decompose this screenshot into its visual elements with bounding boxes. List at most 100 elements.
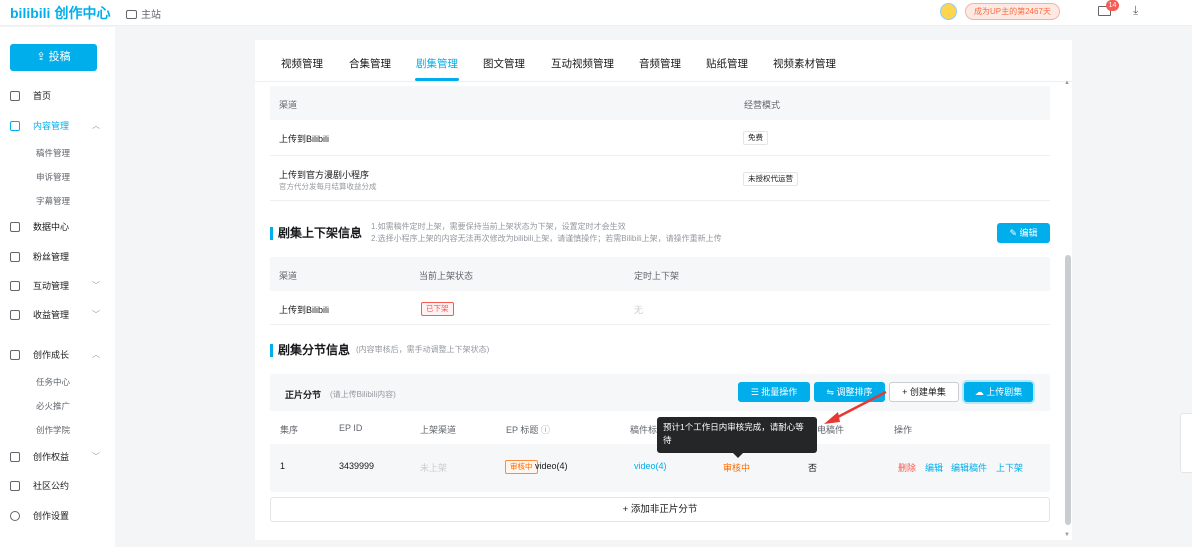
add-non-main-section-button[interactable]: + 添加非正片分节 <box>270 497 1050 522</box>
sidebar-item-growth[interactable]: 创作成长 ︿ <box>10 346 110 364</box>
sidebar-item-label: 创作设置 <box>33 511 70 521</box>
logo[interactable]: bilibili 创作中心 <box>10 3 110 23</box>
column-header: 上架渠道 <box>420 425 457 435</box>
flag-icon <box>10 452 20 462</box>
episode-channel: 未上架 <box>420 463 448 473</box>
column-header: 集序 <box>280 425 299 435</box>
up-days-badge[interactable]: 成为UP主的第2467天 <box>965 3 1060 20</box>
scroll-up-arrow[interactable]: ▲ <box>1064 80 1070 86</box>
rules-icon <box>10 481 20 491</box>
sidebar-item-fans[interactable]: 粉丝管理 <box>10 248 110 266</box>
channel-hint: 官方代分发每月结算收益分成 <box>279 182 377 191</box>
sidebar-sub-academy[interactable]: 创作学院 <box>36 423 70 437</box>
review-tag: 审核中 <box>505 460 538 474</box>
edit-button[interactable]: ✎ 编辑 <box>997 223 1050 243</box>
review-tooltip: 预计1个工作日内审核完成，请耐心等待 <box>657 417 817 453</box>
section-info-title: 剧集分节信息 <box>270 344 350 357</box>
edit-manuscript-link[interactable]: 编辑稿件 <box>951 461 987 474</box>
sidebar-item-label: 社区公约 <box>33 481 70 491</box>
edit-link[interactable]: 编辑 <box>925 461 943 474</box>
charge-value: 否 <box>808 463 818 473</box>
chat-icon <box>10 281 20 291</box>
mode-tag: 免费 <box>743 131 768 145</box>
chevron-up-icon: ︿ <box>92 121 100 130</box>
sidebar-item-label: 首页 <box>33 91 52 101</box>
shelf-table-header: 渠道 当前上架状态 定时上下架 <box>270 257 1050 291</box>
delete-link[interactable]: 删除 <box>898 461 916 474</box>
sidebar-item-content[interactable]: 内容管理 ︿ <box>10 117 110 135</box>
main-section-note: (请上传Bilibili内容) <box>330 390 396 399</box>
gear-icon <box>10 511 20 521</box>
episode-title: video(4) <box>535 461 568 471</box>
sidebar-sub-subtitle[interactable]: 字幕管理 <box>36 194 70 208</box>
sidebar-item-label: 数据中心 <box>33 222 70 232</box>
tab-audio[interactable]: 音频管理 <box>639 56 681 71</box>
main-site-label: 主站 <box>141 10 161 21</box>
tooltip-arrow <box>733 453 743 458</box>
tab-article[interactable]: 图文管理 <box>483 56 525 71</box>
batch-label: 批量操作 <box>761 387 798 397</box>
upload-series-label: 上传剧集 <box>986 387 1023 397</box>
create-episode-button[interactable]: + 创建单集 <box>889 382 959 402</box>
tab-series[interactable]: 剧集管理 <box>416 56 458 71</box>
manuscript-link[interactable]: video(4) <box>634 461 667 471</box>
sidebar-sub-promote[interactable]: 必火推广 <box>36 399 70 413</box>
column-header-label: EP 标题 <box>506 425 539 435</box>
sidebar-item-income[interactable]: 收益管理 ﹀ <box>10 306 110 324</box>
add-non-label: 添加非正片分节 <box>630 504 698 515</box>
batch-button[interactable]: ☰ 批量操作 <box>738 382 810 402</box>
active-tab-indicator <box>415 78 459 81</box>
sidebar-item-label: 内容管理 <box>33 121 70 131</box>
scrollbar-thumb[interactable] <box>1065 255 1071 525</box>
logo-subtitle: 创作中心 <box>54 5 111 21</box>
column-header: 稿件标 <box>630 425 658 435</box>
sidebar-item-interaction[interactable]: 互动管理 ﹀ <box>10 277 110 295</box>
main-site-link[interactable]: 主站 <box>126 6 161 21</box>
sidebar-sub-appeal[interactable]: 申诉管理 <box>36 170 70 184</box>
tv-icon <box>126 10 137 19</box>
shelf-channel: 上传到Bilibili <box>279 305 330 315</box>
arrow-head <box>824 412 840 424</box>
info-icon[interactable]: ⓘ <box>541 425 550 435</box>
sidebar-item-community[interactable]: 社区公约 <box>10 477 110 495</box>
sidebar-item-label: 创作成长 <box>33 350 70 360</box>
sidebar-item-settings[interactable]: 创作设置 <box>10 507 110 525</box>
document-icon <box>10 121 20 131</box>
review-status: 审核中 <box>723 463 751 473</box>
row-divider <box>270 200 1050 201</box>
avatar[interactable] <box>940 3 957 20</box>
upload-button[interactable]: ⇪ 投稿 <box>10 44 97 71</box>
row-divider <box>270 155 1050 156</box>
tab-interactive-video[interactable]: 互动视频管理 <box>551 56 614 71</box>
column-header: 定时上下架 <box>634 271 680 281</box>
upload-series-button[interactable]: ☁ 上传剧集 <box>964 382 1033 402</box>
tab-sticker[interactable]: 贴纸管理 <box>706 56 748 71</box>
column-header: 渠道 <box>279 100 298 110</box>
sidebar-item-data[interactable]: 数据中心 <box>10 218 110 236</box>
tab-collection[interactable]: 合集管理 <box>349 56 391 71</box>
shelf-note-2: 2.选择小程序上架的内容无法再次修改为bilibili上架，请谨慎操作；若需Bi… <box>371 234 722 243</box>
sidebar-item-home[interactable]: 首页 <box>10 87 110 105</box>
column-header: 当前上架状态 <box>419 271 474 281</box>
arrow-shaft <box>831 390 887 422</box>
column-header: 渠道 <box>279 271 298 281</box>
tab-video[interactable]: 视频管理 <box>281 56 323 71</box>
right-float-widget[interactable] <box>1180 413 1192 473</box>
shelf-toggle-link[interactable]: 上下架 <box>996 461 1023 474</box>
column-header: EP ID <box>339 423 363 433</box>
download-icon[interactable]: ⤓ <box>1133 3 1138 18</box>
column-header: 经营模式 <box>744 100 781 110</box>
sidebar-sub-tasks[interactable]: 任务中心 <box>36 375 70 389</box>
chevron-up-icon: ︿ <box>92 350 100 359</box>
section-info-note: (内容审核后，需手动调整上下架状态) <box>356 345 490 354</box>
scroll-down-arrow[interactable]: ▼ <box>1064 532 1070 538</box>
edit-label: 编辑 <box>1019 228 1038 238</box>
sidebar-item-label: 互动管理 <box>33 281 70 291</box>
channel-table-header: 渠道 经营模式 <box>270 86 1050 120</box>
tab-video-material[interactable]: 视频素材管理 <box>773 56 836 71</box>
episode-seq: 1 <box>280 461 286 471</box>
chevron-down-icon: ﹀ <box>92 452 100 461</box>
sidebar-item-rights[interactable]: 创作权益 ﹀ <box>10 448 110 466</box>
sidebar-sub-manuscript[interactable]: 稿件管理 <box>36 146 70 160</box>
row-divider <box>270 324 1050 325</box>
